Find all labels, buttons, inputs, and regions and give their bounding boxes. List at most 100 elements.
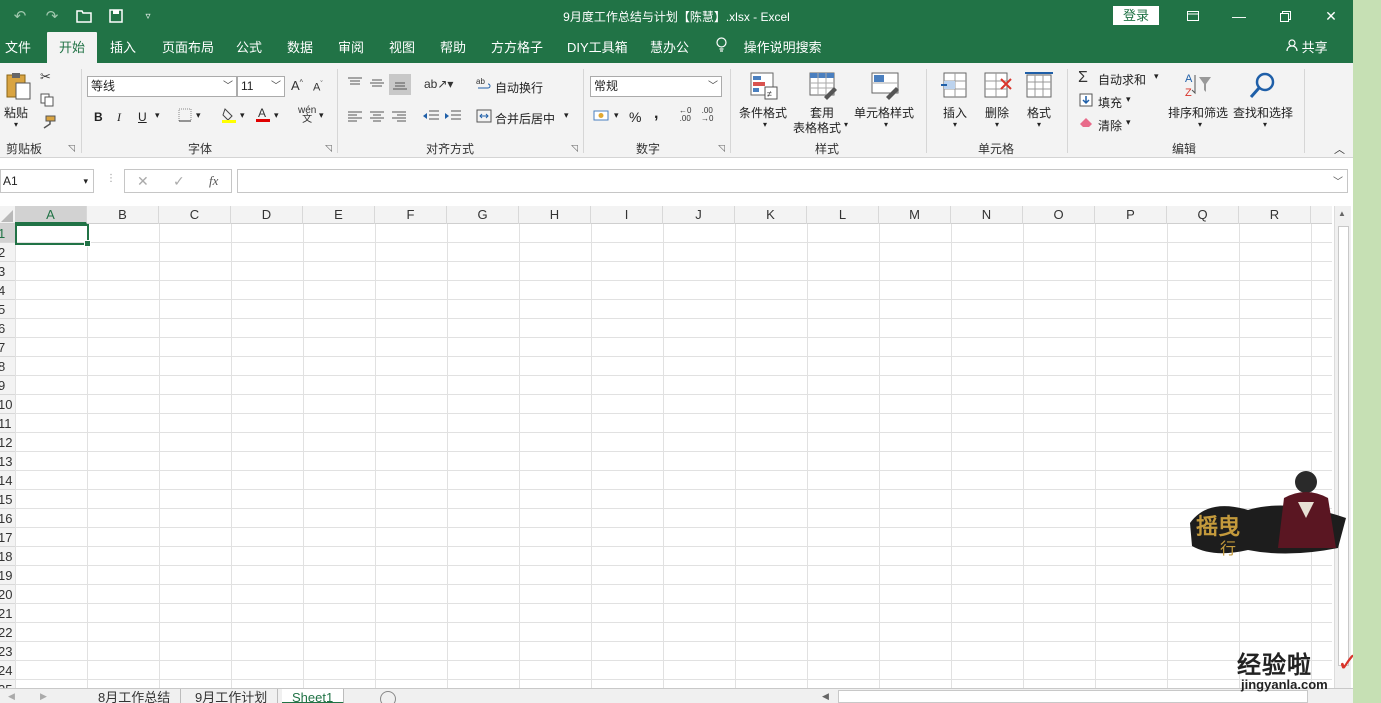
orientation-icon[interactable]: ab↗▾ <box>424 77 453 91</box>
row-header[interactable]: 8 <box>0 357 15 376</box>
fill-color-dropdown-icon[interactable]: ▾ <box>240 110 245 121</box>
italic-button[interactable]: I <box>117 110 121 125</box>
formula-input[interactable]: ﹀ <box>237 169 1348 193</box>
column-header[interactable]: H <box>519 206 591 224</box>
format-cells-label[interactable]: 格式 <box>1027 104 1051 121</box>
tab-page-layout[interactable]: 页面布局 <box>162 32 214 63</box>
column-header[interactable]: M <box>879 206 951 224</box>
wrap-text-label[interactable]: 自动换行 <box>495 79 543 96</box>
merge-dropdown-icon[interactable]: ▾ <box>564 110 569 121</box>
row-header[interactable]: 1 <box>0 224 15 243</box>
row-header[interactable]: 24 <box>0 661 15 680</box>
row-header[interactable]: 19 <box>0 566 15 585</box>
row-header[interactable]: 13 <box>0 452 15 471</box>
sheet-tab-august-summary[interactable]: 8月工作总结 <box>88 689 182 703</box>
font-launcher-icon[interactable]: ◹ <box>325 143 332 154</box>
fill-label[interactable]: 填充 <box>1098 94 1122 111</box>
tab-home[interactable]: 开始 <box>47 32 98 63</box>
tab-hui-bangong[interactable]: 慧办公 <box>650 32 689 63</box>
number-format-select[interactable]: 常规 ﹀ <box>590 76 722 97</box>
clear-dropdown-icon[interactable]: ▾ <box>1126 117 1131 128</box>
new-sheet-icon[interactable] <box>380 691 396 703</box>
align-bottom-icon[interactable] <box>389 74 411 95</box>
cancel-entry-icon[interactable]: ✕ <box>137 173 149 190</box>
share-button[interactable]: 共享 <box>1286 32 1328 63</box>
tab-view[interactable]: 视图 <box>389 32 415 63</box>
column-header[interactable]: A <box>15 206 87 224</box>
format-table-dropdown-icon[interactable]: ▾ <box>844 120 848 129</box>
scroll-up-icon[interactable]: ▲ <box>1338 209 1346 218</box>
paste-dropdown-icon[interactable]: ▾ <box>14 120 18 129</box>
increase-decimal-icon[interactable]: ←0.00 <box>679 107 691 123</box>
format-as-table-icon[interactable] <box>808 71 838 101</box>
close-icon[interactable]: ✕ <box>1308 0 1353 32</box>
row-header[interactable]: 2 <box>0 243 15 262</box>
sort-filter-label[interactable]: 排序和筛选 <box>1168 104 1228 121</box>
borders-dropdown-icon[interactable]: ▾ <box>196 110 201 121</box>
format-as-table-label-2[interactable]: 表格格式 <box>793 119 841 136</box>
number-launcher-icon[interactable]: ◹ <box>718 143 725 154</box>
tab-review[interactable]: 审阅 <box>338 32 364 63</box>
fill-color-icon[interactable] <box>221 107 237 126</box>
active-cell[interactable] <box>15 224 91 247</box>
row-header[interactable]: 12 <box>0 433 15 452</box>
sheet-tab-sheet1[interactable]: Sheet1 <box>282 689 345 703</box>
row-header[interactable]: 17 <box>0 528 15 547</box>
row-header[interactable]: 23 <box>0 642 15 661</box>
row-header[interactable]: 6 <box>0 319 15 338</box>
find-dropdown-icon[interactable]: ▾ <box>1263 120 1267 129</box>
insert-cells-label[interactable]: 插入 <box>943 104 967 121</box>
paste-label[interactable]: 粘贴 <box>4 104 28 121</box>
autosum-label[interactable]: 自动求和 <box>1098 71 1146 88</box>
format-cells-icon[interactable] <box>1024 71 1054 101</box>
row-header[interactable]: 21 <box>0 604 15 623</box>
row-header[interactable]: 15 <box>0 490 15 509</box>
tell-me-search[interactable]: 操作说明搜索 <box>716 32 822 63</box>
row-header[interactable]: 3 <box>0 262 15 281</box>
scroll-sheets-right-icon[interactable]: ▶ <box>40 691 47 702</box>
delete-cells-icon[interactable] <box>983 71 1013 101</box>
tab-formulas[interactable]: 公式 <box>236 32 262 63</box>
tab-fangfang-gezi[interactable]: 方方格子 <box>491 32 543 63</box>
clipboard-launcher-icon[interactable]: ◹ <box>68 143 75 154</box>
clear-eraser-icon[interactable] <box>1079 116 1093 131</box>
paste-icon[interactable] <box>4 71 34 101</box>
column-header[interactable]: J <box>663 206 735 224</box>
underline-dropdown-icon[interactable]: ▾ <box>155 110 160 121</box>
column-header[interactable]: C <box>159 206 231 224</box>
worksheet-grid[interactable]: ABCDEFGHIJKLMNOPQR 123456789101112131415… <box>0 206 1332 688</box>
cut-icon[interactable]: ✂ <box>40 69 51 85</box>
column-header[interactable]: B <box>87 206 159 224</box>
row-header[interactable]: 25 <box>0 680 15 688</box>
column-header[interactable]: I <box>591 206 663 224</box>
align-left-icon[interactable] <box>347 111 363 126</box>
copy-icon[interactable] <box>40 93 56 110</box>
delete-dropdown-icon[interactable]: ▾ <box>995 120 999 129</box>
row-header[interactable]: 18 <box>0 547 15 566</box>
row-header[interactable]: 5 <box>0 300 15 319</box>
select-all-button[interactable] <box>0 206 15 224</box>
scroll-left-icon[interactable]: ◀ <box>822 691 829 702</box>
increase-indent-icon[interactable] <box>444 109 462 126</box>
conditional-dropdown-icon[interactable]: ▾ <box>763 120 767 129</box>
vertical-scrollbar[interactable]: ▲ <box>1334 206 1351 688</box>
merge-center-label[interactable]: 合并后居中 <box>495 110 555 127</box>
row-header[interactable]: 10 <box>0 395 15 414</box>
column-header[interactable]: D <box>231 206 303 224</box>
sort-dropdown-icon[interactable]: ▾ <box>1198 120 1202 129</box>
conditional-formatting-icon[interactable]: ≠ <box>749 71 779 101</box>
decrease-decimal-icon[interactable]: .00 →0 <box>701 107 713 123</box>
column-header[interactable]: O <box>1023 206 1095 224</box>
align-middle-icon[interactable] <box>369 77 385 92</box>
clear-label[interactable]: 清除 <box>1098 117 1122 134</box>
align-top-icon[interactable] <box>347 77 363 92</box>
phonetic-dropdown-icon[interactable]: ▾ <box>319 110 324 121</box>
vertical-scroll-thumb[interactable] <box>1338 226 1349 666</box>
cell-styles-icon[interactable] <box>870 71 900 101</box>
underline-button[interactable]: U <box>138 110 147 124</box>
merge-center-icon[interactable] <box>476 109 492 126</box>
font-name-select[interactable]: 等线 ﹀ <box>87 76 237 97</box>
increase-font-size-icon[interactable]: A^ <box>291 78 303 93</box>
align-right-icon[interactable] <box>391 111 407 126</box>
autosum-dropdown-icon[interactable]: ▾ <box>1154 71 1159 82</box>
